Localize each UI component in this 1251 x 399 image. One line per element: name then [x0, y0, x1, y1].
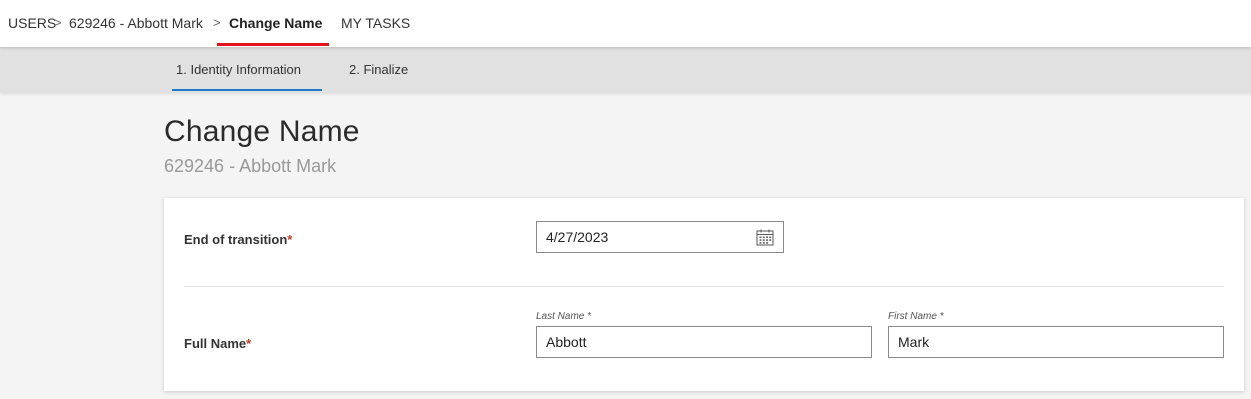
- tab-my-tasks[interactable]: MY TASKS: [341, 15, 410, 31]
- section-divider: [184, 286, 1224, 287]
- first-name-input[interactable]: [888, 326, 1224, 358]
- end-of-transition-date-input[interactable]: [536, 221, 784, 253]
- breadcrumb-separator: >: [54, 15, 62, 30]
- first-name-label: First Name *: [888, 311, 944, 322]
- breadcrumb: USERS > 629246 - Abbott Mark > Change Na…: [0, 0, 1251, 47]
- step-identity-information[interactable]: 1. Identity Information: [176, 62, 301, 77]
- required-asterisk: *: [287, 232, 293, 247]
- last-name-input[interactable]: [536, 326, 872, 358]
- active-tab-indicator: [217, 43, 329, 46]
- breadcrumb-user-link[interactable]: 629246 - Abbott Mark: [69, 15, 203, 31]
- calendar-icon[interactable]: [756, 229, 774, 246]
- full-name-label: Full Name*: [184, 336, 251, 351]
- form-card: End of transition* Full Name* Last Name …: [164, 198, 1244, 391]
- breadcrumb-separator: >: [213, 15, 221, 30]
- step-finalize[interactable]: 2. Finalize: [349, 62, 408, 77]
- wizard-steps: 1. Identity Information 2. Finalize: [0, 47, 1251, 92]
- last-name-label: Last Name *: [536, 311, 592, 322]
- breadcrumb-users-link[interactable]: USERS: [8, 15, 56, 31]
- active-step-indicator: [172, 89, 322, 91]
- required-asterisk: *: [246, 336, 252, 351]
- page-subtitle: 629246 - Abbott Mark: [164, 156, 337, 176]
- end-of-transition-label: End of transition*: [184, 232, 292, 247]
- breadcrumb-current-change-name[interactable]: Change Name: [229, 15, 322, 31]
- end-of-transition-label-text: End of transition: [184, 232, 288, 247]
- page-title: Change Name: [164, 115, 360, 148]
- full-name-label-text: Full Name: [184, 336, 247, 351]
